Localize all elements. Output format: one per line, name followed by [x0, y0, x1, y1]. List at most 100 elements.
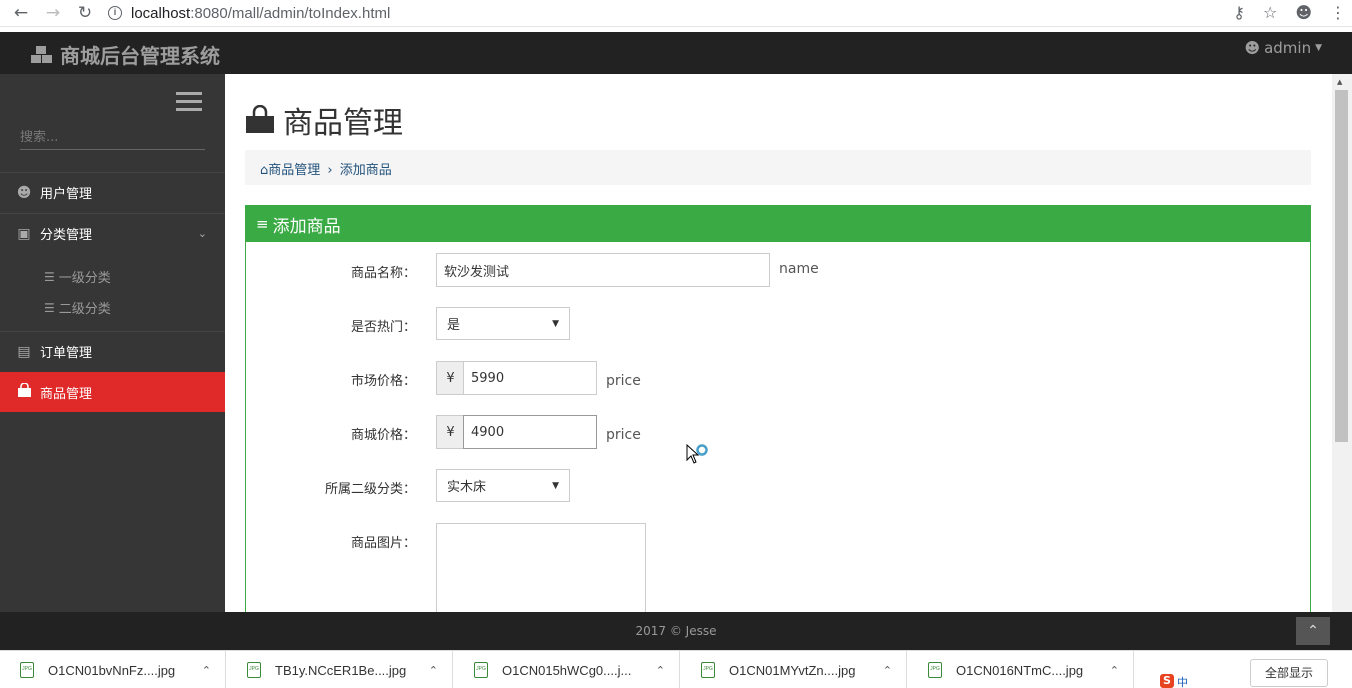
profile-icon[interactable]: ☻ — [1295, 3, 1312, 22]
brand[interactable]: 商城后台管理系统 — [30, 40, 220, 69]
breadcrumb-current[interactable]: 添加商品 — [340, 163, 392, 178]
back-icon[interactable]: ← — [10, 2, 32, 24]
currency-addon: ¥ — [436, 361, 464, 395]
sidebar-item-users[interactable]: ☻ 用户管理 — [0, 172, 225, 212]
product-name-hint: name — [779, 261, 819, 277]
sidebar-item-label: 分类管理 — [40, 228, 93, 243]
download-item[interactable]: JPG O1CN01MYvtZn....jpg ⌃ — [681, 651, 907, 688]
sidebar-item-categories[interactable]: ▣ 分类管理 ⌄ — [0, 213, 225, 253]
more-icon[interactable]: ⋮ — [1330, 3, 1346, 22]
list-icon: ☰ — [44, 269, 55, 284]
sidebar-item-label: 一级分类 — [58, 271, 111, 286]
chevron-up-icon[interactable]: ⌃ — [1110, 664, 1119, 677]
main-content: 商品管理 ⌂商品管理 › 添加商品 ≡ 添加商品 商品名称： 软沙发测试 nam… — [225, 74, 1332, 612]
address-bar[interactable]: i localhost:8080/mall/admin/toIndex.html — [108, 5, 390, 22]
mall-price-label: 商城价格： — [350, 428, 416, 443]
sidebar-item-products[interactable]: 商品管理 — [0, 372, 225, 412]
chevron-up-icon[interactable]: ⌃ — [656, 664, 665, 677]
download-filename: O1CN016NTmC....jpg — [956, 662, 1084, 678]
breadcrumb: ⌂商品管理 › 添加商品 — [245, 150, 1311, 185]
mouse-cursor-icon — [686, 443, 710, 468]
page-title: 商品管理 — [245, 98, 403, 142]
breadcrumb-home-label: 商品管理 — [268, 163, 321, 178]
download-item[interactable]: JPG O1CN015hWCg0....j... ⌃ — [454, 651, 680, 688]
product-name-input[interactable]: 软沙发测试 — [436, 253, 770, 287]
download-item[interactable]: JPG O1CN01bvNnFz....jpg ⌃ — [0, 651, 226, 688]
user-circle-icon: ☻ — [1244, 39, 1261, 57]
download-filename: TB1y.NCcER1Be....jpg — [275, 662, 407, 678]
show-all-button[interactable]: 全部显示 — [1250, 659, 1328, 687]
browser-toolbar: ← → ↻ i localhost:8080/mall/admin/toInde… — [0, 0, 1352, 27]
sidebar-subitem-level1[interactable]: ☰ 一级分类 — [0, 261, 225, 292]
search-input[interactable] — [20, 130, 205, 145]
download-filename: O1CN01MYvtZn....jpg — [729, 662, 856, 678]
mall-price-input[interactable]: 4900 — [463, 415, 597, 449]
market-price-hint: price — [606, 373, 641, 389]
download-item[interactable]: JPG O1CN016NTmC....jpg ⌃ — [908, 651, 1134, 688]
footer: 2017 © Jesse — [0, 612, 1352, 650]
mall-price-hint: price — [606, 427, 641, 443]
sidebar-item-label: 二级分类 — [58, 302, 111, 317]
ime-toolbar: S 中 — [1160, 674, 1188, 688]
is-hot-label: 是否热门： — [350, 320, 416, 335]
chevron-up-icon[interactable]: ⌃ — [883, 664, 892, 677]
brand-title: 商城后台管理系统 — [60, 44, 220, 68]
breadcrumb-home[interactable]: ⌂商品管理 — [260, 163, 320, 178]
market-price-input[interactable]: 5990 — [463, 361, 597, 395]
shopping-bag-icon — [14, 381, 34, 402]
sidebar-item-label: 商品管理 — [40, 386, 93, 402]
key-icon[interactable]: ⚷ — [1233, 3, 1245, 22]
market-price-label: 市场价格： — [350, 374, 416, 389]
back-to-top-button[interactable]: ⌃ — [1296, 617, 1330, 645]
sidebar-subitem-level2[interactable]: ☰ 二级分类 — [0, 292, 225, 323]
ime-mode-icon[interactable]: 中 — [1177, 674, 1188, 688]
cubes-icon — [31, 45, 52, 63]
chevron-up-icon[interactable]: ⌃ — [429, 664, 438, 677]
subcategory-label: 所属二级分类： — [324, 482, 416, 497]
caret-down-icon: ▼ — [552, 480, 559, 491]
star-icon[interactable]: ☆ — [1263, 3, 1277, 22]
page-scrollbar[interactable]: ▲ — [1332, 74, 1352, 612]
image-file-icon: JPG — [701, 662, 715, 678]
url-host: localhost — [131, 4, 191, 22]
scroll-up-icon[interactable]: ▲ — [1337, 78, 1342, 86]
caret-down-icon: ▼ — [552, 318, 559, 329]
sogou-icon[interactable]: S — [1160, 674, 1174, 688]
subcategory-value: 实木床 — [447, 480, 487, 495]
category-icon: ▣ — [17, 225, 31, 242]
is-hot-value: 是 — [447, 318, 461, 333]
downloads-bar: JPG O1CN01bvNnFz....jpg ⌃ JPG TB1y.NCcER… — [0, 650, 1352, 688]
reload-icon[interactable]: ↻ — [74, 2, 96, 24]
scrollbar-thumb[interactable] — [1335, 90, 1348, 442]
breadcrumb-separator: › — [327, 163, 333, 178]
product-image-label: 商品图片： — [350, 536, 416, 551]
image-file-icon: JPG — [928, 662, 942, 678]
caret-down-icon: ▼ — [1315, 43, 1322, 53]
currency-addon: ¥ — [436, 415, 464, 449]
image-file-icon: JPG — [247, 662, 261, 678]
top-navbar: 商城后台管理系统 ☻ admin ▼ — [0, 32, 1352, 74]
sidebar: ☻ 用户管理 ▣ 分类管理 ⌄ ☰ 一级分类 ☰ 二级分类 ▤ 订单管理 商品管… — [0, 74, 225, 612]
page-title-text: 商品管理 — [283, 106, 403, 141]
image-file-icon: JPG — [474, 662, 488, 678]
sidebar-item-orders[interactable]: ▤ 订单管理 — [0, 331, 225, 371]
product-image-field[interactable] — [436, 523, 646, 612]
product-name-label: 商品名称： — [350, 266, 416, 281]
is-hot-select[interactable]: 是 ▼ — [436, 307, 570, 340]
panel-title: 添加商品 — [272, 216, 341, 237]
image-file-icon: JPG — [20, 662, 34, 678]
hamburger-menu-icon[interactable] — [176, 92, 202, 112]
file-icon: ▤ — [17, 343, 31, 360]
download-filename: O1CN01bvNnFz....jpg — [48, 662, 176, 678]
chevron-up-icon[interactable]: ⌃ — [202, 664, 211, 677]
bars-icon: ≡ — [256, 215, 269, 233]
user-circle-icon: ☻ — [16, 184, 32, 201]
download-filename: O1CN015hWCg0....j... — [502, 662, 632, 678]
sidebar-item-label: 订单管理 — [40, 346, 93, 361]
download-item[interactable]: JPG TB1y.NCcER1Be....jpg ⌃ — [227, 651, 453, 688]
site-info-icon[interactable]: i — [108, 6, 122, 20]
sidebar-item-label: 用户管理 — [40, 187, 93, 202]
forward-icon[interactable]: → — [42, 2, 64, 24]
user-menu[interactable]: ☻ admin ▼ — [1244, 39, 1322, 57]
subcategory-select[interactable]: 实木床 ▼ — [436, 469, 570, 502]
